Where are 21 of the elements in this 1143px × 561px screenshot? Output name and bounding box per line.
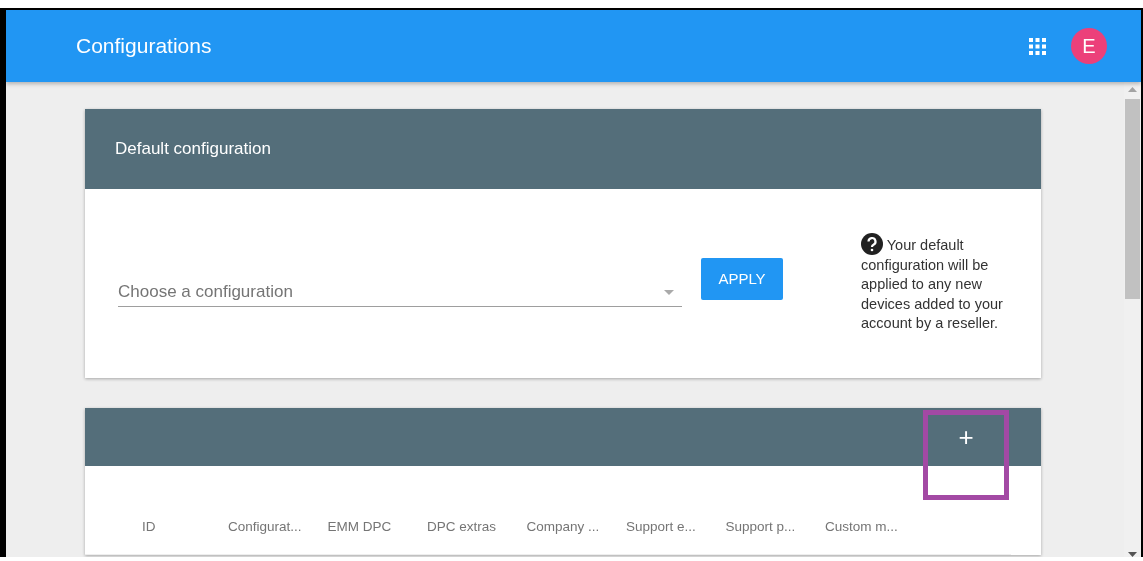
column-header[interactable]: DPC extras bbox=[427, 519, 527, 534]
column-header[interactable]: Custom m... bbox=[825, 519, 925, 534]
column-header[interactable]: EMM DPC bbox=[327, 519, 427, 534]
caret-icon bbox=[664, 290, 674, 295]
apply-button[interactable]: APPLY bbox=[701, 257, 783, 300]
app-title: Configurations bbox=[76, 34, 212, 58]
scroll-down-icon[interactable] bbox=[1128, 552, 1137, 557]
column-header[interactable]: Company ... bbox=[526, 519, 626, 534]
help-icon bbox=[861, 233, 883, 256]
help-text: Your default configuration will be applied to any new devices added to your account by a reseller. bbox=[861, 233, 1003, 334]
configuration-select[interactable]: Choose a configuration bbox=[118, 282, 682, 307]
scrollbar-thumb[interactable] bbox=[1125, 99, 1140, 299]
column-header[interactable]: Configurat... bbox=[228, 519, 328, 534]
column-header[interactable]: Support e... bbox=[626, 519, 726, 534]
scroll-up-icon[interactable] bbox=[1128, 87, 1137, 92]
add-button[interactable]: + bbox=[923, 408, 1009, 466]
avatar[interactable]: E bbox=[1071, 28, 1107, 64]
column-header[interactable]: Support p... bbox=[725, 519, 825, 534]
column-header[interactable]: ID bbox=[142, 519, 228, 534]
card-title: Default configuration bbox=[115, 139, 271, 159]
apps-grid-icon[interactable] bbox=[1029, 37, 1046, 55]
